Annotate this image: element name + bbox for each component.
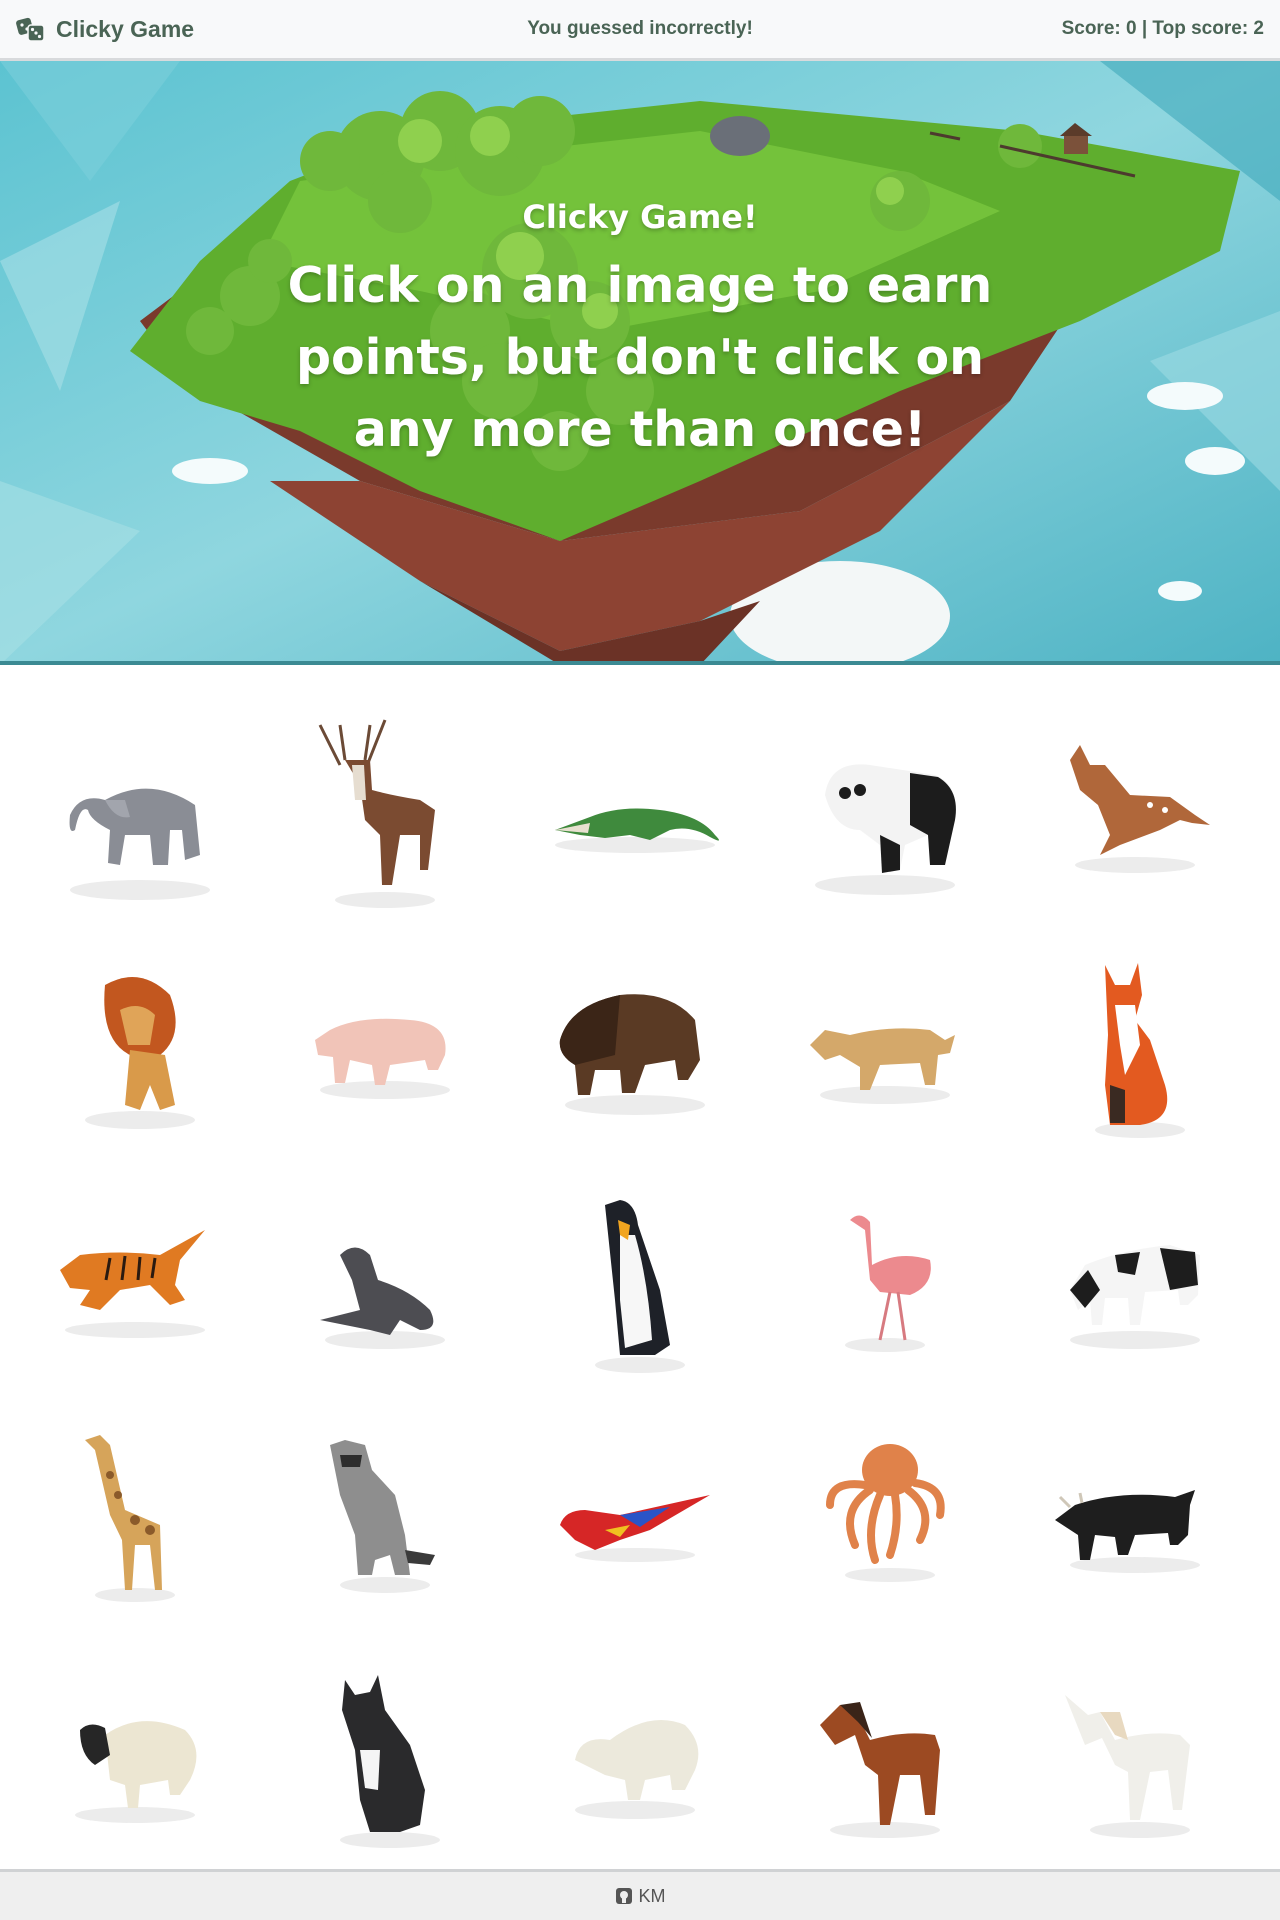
github-icon[interactable] bbox=[615, 1887, 633, 1905]
cat-image bbox=[340, 1675, 440, 1848]
deer-image bbox=[318, 719, 435, 908]
pig-image bbox=[315, 1018, 450, 1099]
animal-card-fawn[interactable] bbox=[1010, 705, 1250, 925]
elephant-image bbox=[69, 788, 210, 900]
navbar: Clicky Game You guessed incorrectly! Sco… bbox=[0, 0, 1280, 61]
animal-image-grid bbox=[0, 665, 1280, 1870]
animal-card-parrot[interactable] bbox=[510, 1415, 750, 1635]
animal-card-pig[interactable] bbox=[260, 945, 500, 1165]
lioness-image bbox=[810, 1028, 955, 1104]
dice-icon bbox=[16, 17, 45, 42]
animal-card-bull[interactable] bbox=[1010, 1415, 1250, 1635]
hero-banner: Clicky Game! Click on an image to earn p… bbox=[0, 61, 1280, 665]
animal-card-tiger[interactable] bbox=[10, 1180, 250, 1400]
horse-image bbox=[820, 1702, 940, 1838]
score-display: Score: 0 | Top score: 2 bbox=[1061, 18, 1264, 39]
panda-image bbox=[815, 764, 956, 895]
animal-card-unicorn[interactable] bbox=[1010, 1650, 1250, 1870]
animal-card-flamingo[interactable] bbox=[760, 1180, 1000, 1400]
animal-card-sheep[interactable] bbox=[10, 1650, 250, 1870]
hero-title: Clicky Game! bbox=[522, 198, 758, 236]
animal-card-lion[interactable] bbox=[10, 945, 250, 1165]
animal-card-lioness[interactable] bbox=[760, 945, 1000, 1165]
animal-card-elephant[interactable] bbox=[10, 705, 250, 925]
animal-card-deer[interactable] bbox=[260, 705, 500, 925]
animal-card-horse[interactable] bbox=[760, 1650, 1000, 1870]
bison-image bbox=[559, 994, 705, 1115]
footer-text: KM bbox=[638, 1885, 666, 1906]
unicorn-image bbox=[1065, 1695, 1190, 1838]
hero-instructions: Click on an image to earn points, but do… bbox=[287, 257, 993, 458]
hero-text: Clicky Game! Click on an image to earn p… bbox=[260, 198, 1020, 466]
giraffe-image bbox=[85, 1435, 175, 1602]
brand-link[interactable]: Clicky Game bbox=[16, 0, 194, 58]
animal-card-cow[interactable] bbox=[1010, 1180, 1250, 1400]
penguin-image bbox=[595, 1200, 685, 1373]
cow-image bbox=[1070, 1245, 1200, 1349]
animal-card-polar-bear[interactable] bbox=[510, 1650, 750, 1870]
animal-card-raccoon[interactable] bbox=[260, 1415, 500, 1635]
footer: KM bbox=[0, 1869, 1280, 1920]
parrot-image bbox=[560, 1495, 710, 1562]
polar-bear-image bbox=[575, 1720, 699, 1819]
sheep-image bbox=[75, 1721, 197, 1823]
tiger-image bbox=[60, 1230, 205, 1338]
fawn-image bbox=[1070, 745, 1210, 873]
animal-card-crocodile[interactable] bbox=[510, 705, 750, 925]
animal-card-seal[interactable] bbox=[260, 1180, 500, 1400]
brand-label: Clicky Game bbox=[56, 15, 195, 42]
bull-image bbox=[1055, 1490, 1200, 1573]
animal-card-octopus[interactable] bbox=[760, 1415, 1000, 1635]
animal-card-fox[interactable] bbox=[1010, 945, 1250, 1165]
flamingo-image bbox=[845, 1215, 931, 1352]
crocodile-image bbox=[555, 808, 719, 853]
animal-card-penguin[interactable] bbox=[510, 1180, 750, 1400]
lion-image bbox=[85, 977, 195, 1129]
animal-card-giraffe[interactable] bbox=[10, 1415, 250, 1635]
raccoon-image bbox=[330, 1440, 435, 1593]
fox-image bbox=[1095, 963, 1185, 1138]
octopus-image bbox=[826, 1444, 945, 1582]
animal-card-bison[interactable] bbox=[510, 945, 750, 1165]
seal-image bbox=[320, 1247, 445, 1349]
animal-card-cat[interactable] bbox=[260, 1650, 500, 1870]
animal-card-panda[interactable] bbox=[760, 705, 1000, 925]
